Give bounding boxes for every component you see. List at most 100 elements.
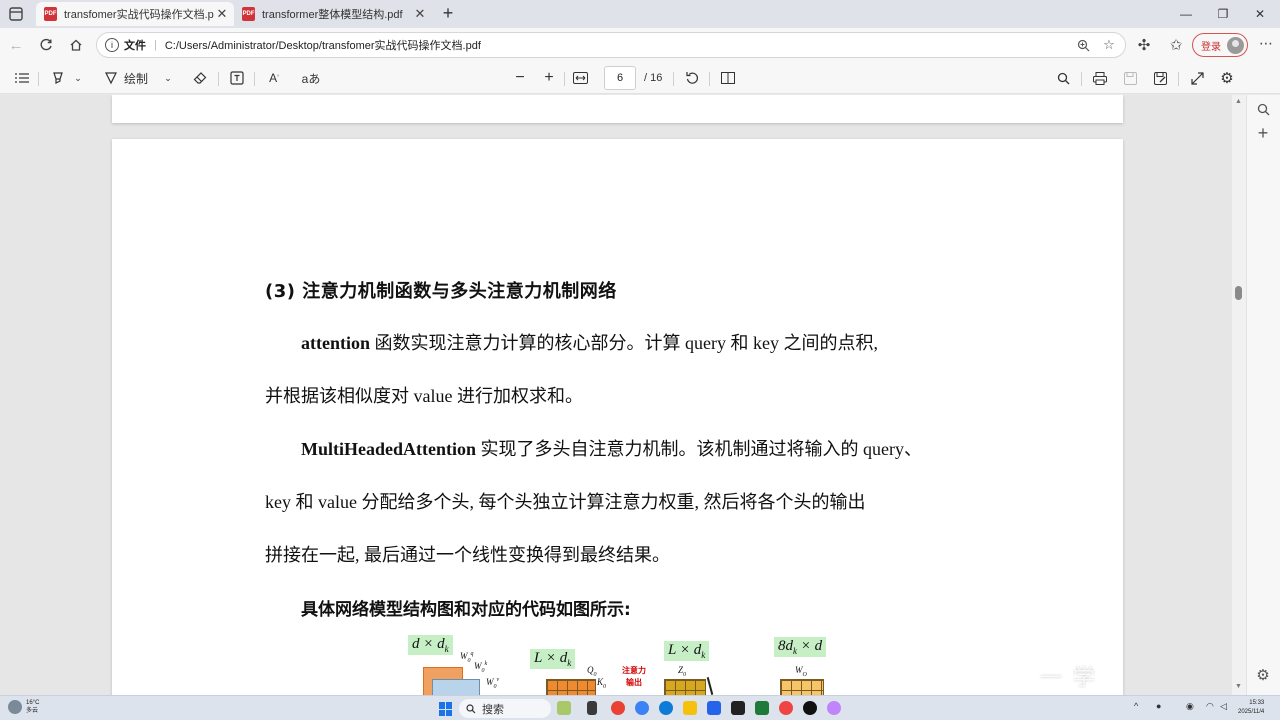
translate-icon[interactable]: aあ	[300, 68, 322, 88]
favorites-icon[interactable]: ✩	[1166, 35, 1186, 55]
search-icon	[466, 703, 476, 713]
weather-temp: 16°C	[26, 700, 40, 706]
sidebar-search-icon[interactable]	[1254, 100, 1272, 118]
search-icon[interactable]	[1053, 68, 1073, 88]
favorite-star-icon[interactable]: ☆	[1099, 35, 1119, 55]
taskbar-search[interactable]: 搜索	[459, 699, 551, 718]
w-label: W0k	[474, 661, 488, 674]
zoom-out-button[interactable]: −	[510, 68, 530, 88]
clock-date: 2025/11/4	[1238, 709, 1265, 715]
tab-title: transformer整体模型结构.pdf	[262, 9, 403, 21]
tray-app-icon[interactable]: ◉	[1186, 701, 1194, 712]
taskbar: 16°C 多云 搜索 ^ ● ◉ ◠ ◁ 15:33 2025/11/4	[0, 695, 1280, 720]
start-windows-icon[interactable]	[439, 702, 453, 716]
rotate-icon[interactable]	[682, 68, 702, 88]
dim-label-l-dk: L × dk	[664, 641, 710, 661]
scrollbar-thumb[interactable]	[1235, 286, 1242, 300]
page-number-input[interactable]: 6	[604, 66, 636, 90]
wo-label: WO	[795, 665, 807, 678]
save-as-icon[interactable]	[1150, 68, 1170, 88]
app-icon[interactable]	[755, 701, 769, 715]
search-label: 搜索	[482, 703, 504, 716]
fit-width-icon[interactable]	[570, 68, 590, 88]
scroll-down-arrow-icon[interactable]: ▼	[1235, 683, 1242, 690]
tab-transfomer-doc[interactable]: PDF transfomer实战代码操作文档.pdf ✕	[36, 2, 234, 26]
read-aloud-icon[interactable]: Aʼ	[263, 68, 285, 88]
address-bar[interactable]: i 文件 | C:/Users/Administrator/Desktop/tr…	[96, 32, 1126, 58]
volume-icon[interactable]: ◁	[1220, 701, 1227, 712]
browser-sidebar	[1246, 95, 1280, 695]
app-icon[interactable]	[779, 701, 793, 715]
tab-transformer-structure[interactable]: PDF transformer整体模型结构.pdf ✕	[234, 2, 432, 26]
sidebar-settings-icon[interactable]: ⚙	[1254, 666, 1272, 684]
weight-matrix-block	[432, 679, 480, 695]
wifi-icon[interactable]: ◠	[1206, 701, 1214, 712]
extensions-icon[interactable]: ✣	[1134, 35, 1154, 55]
zoom-icon[interactable]	[1073, 35, 1093, 55]
pdf-viewer[interactable]: (3) 注意力机制函数与多头注意力机制网络 attention 函数实现注意力计…	[0, 95, 1232, 695]
address-url[interactable]: C:/Users/Administrator/Desktop/transfome…	[165, 37, 1073, 53]
navigation-bar: ← i 文件 | C:/Users/Administrator/Desktop/…	[0, 28, 1280, 62]
info-icon[interactable]: i	[105, 38, 119, 52]
previous-page	[112, 95, 1123, 123]
window-close-button[interactable]: ✕	[1250, 4, 1270, 24]
toolbar-divider	[1178, 72, 1179, 86]
terminal-icon[interactable]	[731, 701, 745, 715]
attention-output-label: 注意力 输出	[622, 666, 646, 687]
zoom-in-button[interactable]: +	[539, 68, 559, 88]
file-explorer-icon[interactable]	[683, 701, 697, 715]
page-view-icon[interactable]	[718, 68, 738, 88]
draw-pen-icon	[105, 72, 117, 85]
pdf-icon: PDF	[242, 7, 255, 21]
paragraph-text: 函数实现注意力计算的核心部分。计算 query 和 key 之间的点积,	[370, 333, 878, 353]
sidebar-add-icon[interactable]: +	[1254, 123, 1272, 143]
z0-label: Z0	[678, 665, 687, 678]
app-icon[interactable]	[707, 701, 721, 715]
chrome-icon[interactable]	[611, 701, 625, 715]
tab-actions-icon[interactable]	[8, 6, 24, 22]
keyword-multiheadedattention: MultiHeadedAttention	[301, 439, 476, 459]
highlight-icon[interactable]	[48, 68, 68, 88]
home-icon[interactable]	[66, 35, 86, 55]
edge-icon[interactable]	[659, 701, 673, 715]
contents-list-icon[interactable]	[12, 68, 32, 88]
taskbar-clock[interactable]: 15:33 2025/11/4	[1238, 699, 1264, 717]
app-icon[interactable]	[803, 701, 817, 715]
text-box-icon[interactable]	[227, 68, 247, 88]
scroll-up-arrow-icon[interactable]: ▲	[1235, 98, 1242, 105]
draw-button[interactable]: 绘制	[104, 68, 148, 88]
settings-gear-icon[interactable]: ⚙	[1217, 68, 1237, 88]
draw-label: 绘制	[124, 71, 149, 86]
print-icon[interactable]	[1090, 68, 1110, 88]
toolbar-divider	[1081, 72, 1082, 86]
app-icon[interactable]	[557, 701, 571, 715]
pdf-icon: PDF	[44, 7, 57, 21]
minimize-button[interactable]: —	[1176, 4, 1196, 24]
tray-app-icon[interactable]: ●	[1156, 701, 1161, 711]
q0-label: Q0	[587, 665, 597, 678]
address-divider: |	[154, 39, 157, 51]
app-icon[interactable]	[635, 701, 649, 715]
cloud-icon	[8, 700, 22, 714]
refresh-icon[interactable]	[36, 35, 56, 55]
eraser-icon[interactable]	[190, 68, 210, 88]
app-icon[interactable]	[827, 701, 841, 715]
more-options-icon[interactable]: ⋯	[1256, 35, 1276, 55]
expand-icon[interactable]	[1187, 68, 1207, 88]
pdf-toolbar: ⌄ 绘制 ⌄ Aʼ aあ − + 6 / 16 ⚙	[0, 62, 1280, 94]
task-view-icon[interactable]	[587, 701, 597, 715]
wo-matrix-block	[780, 679, 824, 695]
chevron-down-icon[interactable]: ⌄	[72, 68, 84, 88]
page-total: / 16	[644, 72, 663, 84]
login-button[interactable]: 登录	[1192, 33, 1248, 57]
chevron-down-icon[interactable]: ⌄	[162, 68, 174, 88]
close-icon[interactable]: ✕	[214, 6, 230, 22]
tray-chevron-up-icon[interactable]: ^	[1134, 701, 1138, 711]
back-arrow-icon[interactable]: ←	[6, 35, 26, 55]
vertical-scrollbar[interactable]	[1232, 95, 1246, 695]
weather-widget[interactable]: 16°C 多云	[8, 699, 39, 715]
toolbar-divider	[38, 72, 39, 86]
close-icon[interactable]: ✕	[412, 6, 428, 22]
new-tab-button[interactable]: +	[438, 3, 458, 23]
maximize-button[interactable]: ❐	[1213, 4, 1233, 24]
